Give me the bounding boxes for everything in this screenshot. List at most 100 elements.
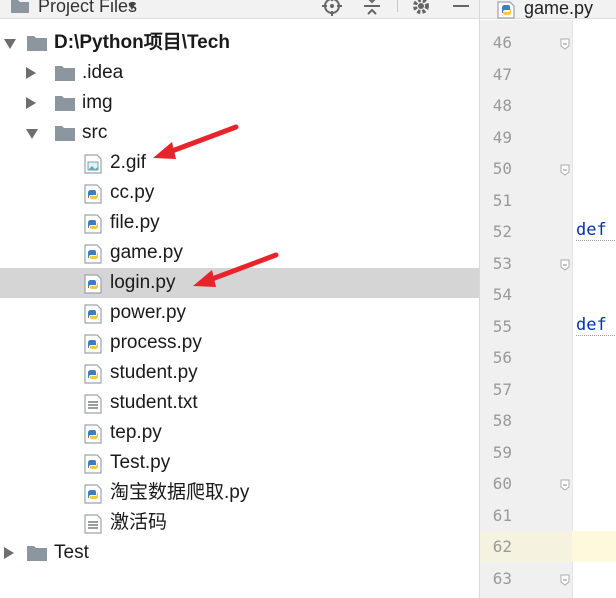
tree-item-label: student.txt	[110, 392, 198, 413]
locate-file-button[interactable]	[320, 0, 344, 16]
fold-marker-icon[interactable]	[560, 573, 570, 586]
line-number: 51	[492, 190, 512, 210]
chevron-down-icon[interactable]	[4, 39, 16, 49]
fold-marker-icon[interactable]	[560, 37, 570, 50]
fold-marker-icon[interactable]	[560, 163, 570, 176]
python-file-icon	[82, 243, 104, 264]
line-number: 50	[492, 159, 512, 178]
tree-item-label: src	[82, 122, 108, 143]
project-panel-header: Project Files ▼	[0, 0, 479, 19]
line-number: 56	[492, 348, 512, 367]
folder-icon	[54, 63, 76, 83]
tree-item-activation-code[interactable]: 激活码	[0, 508, 479, 538]
text-file-icon	[82, 393, 104, 414]
python-file-icon	[82, 213, 104, 234]
tree-item-tep-py[interactable]: tep.py	[0, 418, 479, 448]
chevron-right-icon[interactable]	[4, 547, 14, 559]
line-number: 49	[492, 127, 512, 147]
python-file-icon	[82, 273, 104, 294]
tree-item-label: 2.gif	[110, 152, 146, 173]
fold-marker-icon[interactable]	[560, 258, 570, 271]
collapse-icon	[364, 0, 380, 15]
tree-item-img[interactable]: img	[0, 88, 479, 118]
line-number: 58	[492, 411, 512, 430]
python-file-icon	[82, 183, 104, 204]
tree-item-label: .idea	[82, 62, 124, 83]
settings-button[interactable]	[409, 0, 433, 16]
annotation-arrow-2-gif	[153, 124, 239, 159]
tree-item-student-txt[interactable]: student.txt	[0, 388, 479, 418]
tree-item-label: img	[82, 92, 113, 113]
line-number: 48	[492, 96, 512, 115]
folder-icon	[54, 123, 76, 143]
whitespace-guide	[576, 334, 616, 336]
tree-item-test-folder[interactable]: Test	[0, 538, 479, 568]
tree-item-process-py[interactable]: process.py	[0, 328, 479, 358]
line-number: 52	[492, 222, 512, 241]
line-number: 62	[492, 537, 512, 556]
folder-icon	[26, 33, 48, 53]
hide-panel-button[interactable]	[449, 0, 473, 16]
text-file-icon	[82, 513, 104, 534]
tree-root-tech[interactable]: D:\Python项目\Tech	[0, 28, 479, 58]
fold-marker-icon[interactable]	[560, 478, 570, 491]
tree-item-label: file.py	[110, 212, 160, 233]
project-panel: Project Files ▼ D:\Python项目\Tech .idea i…	[0, 0, 479, 598]
tree-item-label: D:\Python项目\Tech	[54, 32, 230, 53]
current-line-highlight	[572, 531, 616, 562]
chevron-right-icon[interactable]	[26, 67, 36, 79]
tree-item-taobao-py[interactable]: 淘宝数据爬取.py	[0, 478, 479, 508]
tree-item-idea[interactable]: .idea	[0, 58, 479, 88]
tree-item-label: game.py	[110, 242, 183, 263]
python-file-icon	[82, 333, 104, 354]
code-editor: game.py 46 47 48 49 50 51 52 def 53 54 55 def 56 57 58…	[479, 0, 616, 598]
image-file-icon	[82, 153, 104, 174]
panel-title[interactable]: Project Files	[38, 0, 137, 17]
folder-icon	[54, 93, 76, 113]
annotation-arrow-login-py	[193, 252, 279, 287]
code-keyword-def[interactable]: def	[576, 220, 607, 240]
tree-item-power-py[interactable]: power.py	[0, 298, 479, 328]
tree-item-label: 激活码	[110, 512, 168, 533]
tab-label: game.py	[524, 0, 594, 18]
line-number: 61	[492, 505, 512, 525]
line-number: 63	[492, 568, 512, 588]
crosshair-icon	[322, 0, 342, 16]
line-number: 57	[492, 379, 512, 399]
project-folder-icon	[10, 0, 30, 19]
python-file-icon	[82, 453, 104, 474]
chevron-down-icon[interactable]	[26, 129, 38, 139]
tree-item-label: login.py	[110, 272, 176, 293]
collapse-all-button[interactable]	[360, 0, 384, 16]
tree-item-cc-py[interactable]: cc.py	[0, 178, 479, 208]
python-file-icon	[82, 363, 104, 384]
line-number: 59	[492, 442, 512, 462]
tree-item-file-py[interactable]: file.py	[0, 208, 479, 238]
minimize-icon	[453, 5, 469, 7]
folder-icon	[26, 543, 48, 563]
tab-game-py[interactable]: game.py	[480, 0, 616, 19]
chevron-down-icon[interactable]: ▼	[126, 0, 138, 13]
tree-item-label: Test	[54, 542, 89, 563]
python-file-icon	[82, 423, 104, 444]
tree-item-label: power.py	[110, 302, 187, 323]
tree-item-test-py[interactable]: Test.py	[0, 448, 479, 478]
line-number: 46	[492, 33, 512, 52]
tree-item-student-py[interactable]: student.py	[0, 358, 479, 388]
gear-icon	[413, 0, 429, 14]
line-number: 60	[492, 474, 512, 493]
line-number: 54	[492, 285, 512, 304]
chevron-right-icon[interactable]	[26, 97, 36, 109]
tree-item-label: Test.py	[110, 452, 171, 473]
code-keyword-def[interactable]: def	[576, 315, 607, 335]
tree-item-label: cc.py	[110, 182, 155, 203]
python-file-icon	[82, 303, 104, 324]
whitespace-guide	[576, 240, 616, 241]
line-number: 55	[492, 316, 512, 336]
header-divider	[397, 0, 398, 12]
editor-tab-bar: game.py	[480, 0, 616, 19]
python-file-icon	[82, 483, 104, 504]
tree-item-label: student.py	[110, 362, 198, 383]
tree-item-label: tep.py	[110, 422, 162, 443]
line-number: 47	[492, 64, 512, 84]
